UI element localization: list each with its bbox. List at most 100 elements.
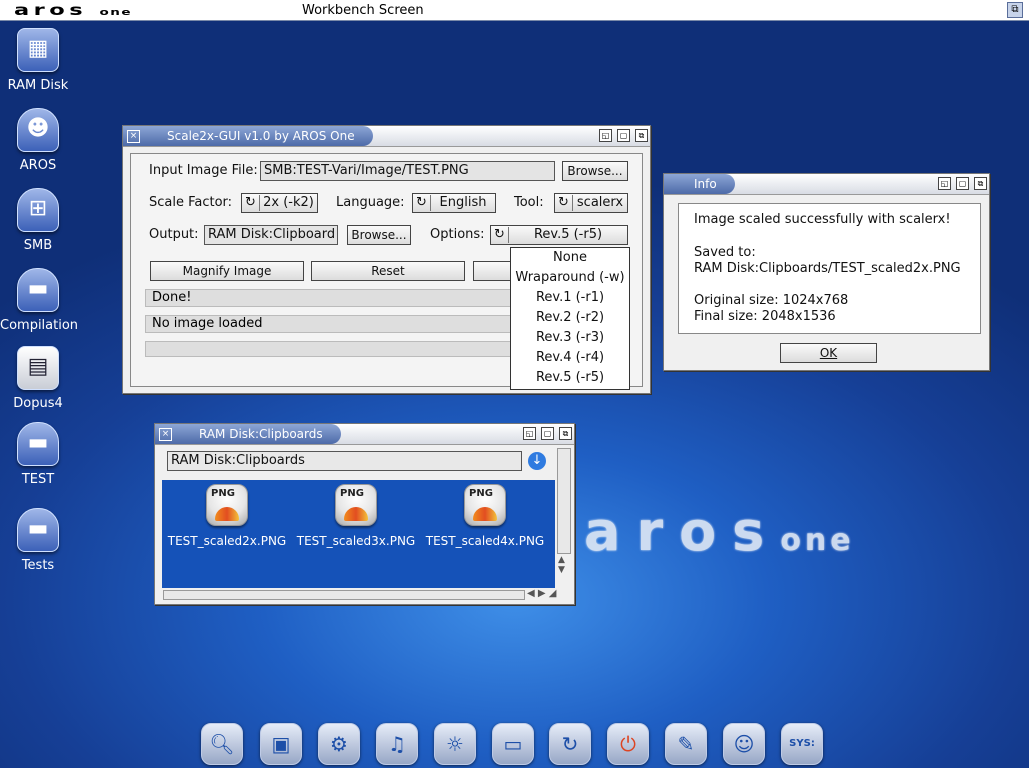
close-icon[interactable]: × (127, 130, 140, 143)
zoom-icon[interactable]: ▢ (956, 177, 969, 190)
depth-icon[interactable]: ⧉ (559, 427, 572, 440)
reset-button[interactable]: Reset (311, 261, 465, 281)
aros-one-logo: aros one (14, 1, 133, 19)
power-icon[interactable]: ⏻ (607, 723, 649, 765)
info-line: Image scaled successfully with scalerx! (694, 212, 951, 227)
window-title-bar[interactable]: × RAM Disk:Clipboards ◱ ▢ ⧉ (155, 424, 574, 445)
screen-depth-icon[interactable]: ⧉ (1007, 2, 1023, 18)
desktop-icon-label: Compilation (0, 318, 79, 333)
scale-label: Scale Factor: (149, 195, 233, 210)
input-label: Input Image File: (149, 163, 258, 178)
option-rev2[interactable]: Rev.2 (-r2) (511, 308, 629, 328)
desktop-icon-label: Tests (21, 558, 55, 573)
info-window: Info ◱ ▢ ⧉ Image scaled successfully wit… (663, 173, 990, 371)
file-label: TEST_scaled4x.PNG (425, 534, 545, 548)
desktop-icon-label: RAM Disk (7, 78, 69, 93)
indian-icon[interactable]: ☼ (434, 723, 476, 765)
desktop-icon-tests[interactable]: ▬ Tests (0, 508, 76, 573)
drive-icon: ▬ (17, 508, 59, 552)
zoom-icon[interactable]: ▢ (617, 129, 630, 142)
png-file-icon: PNG (206, 484, 248, 526)
magnify-image-button[interactable]: Magnify Image (150, 261, 304, 281)
display-icon[interactable]: ▣ (260, 723, 302, 765)
browse-output-button[interactable]: Browse... (347, 225, 411, 245)
screen-title-bar: aros one Workbench Screen ⧉ (0, 0, 1029, 21)
horizontal-scroll-arrows-icon[interactable]: ◀ ▶ ◢ (527, 588, 556, 599)
info-line: RAM Disk:Clipboards/TEST_scaled2x.PNG (694, 261, 961, 276)
boing-icon[interactable]: ☺ (723, 723, 765, 765)
info-line: Saved to: (694, 245, 756, 260)
network-drive-icon: ⊞ (17, 188, 59, 232)
cycle-icon: ↻ (245, 195, 260, 211)
output-field[interactable]: RAM Disk:Clipboard (204, 225, 338, 245)
option-rev3[interactable]: Rev.3 (-r3) (511, 328, 629, 348)
dopus-icon: ▤ (17, 346, 59, 390)
tool-cycle[interactable]: ↻ scalerx (554, 193, 628, 213)
monitor-icon[interactable]: ▭ (492, 723, 534, 765)
window-title-bar[interactable]: Info ◱ ▢ ⧉ (664, 174, 989, 195)
parent-arrow-icon[interactable]: ↓ (528, 452, 546, 470)
cycle-icon: ↻ (558, 195, 573, 211)
options-cycle[interactable]: ↻ Rev.5 (-r5) (490, 225, 628, 245)
desktop-icon-ram-disk[interactable]: ▦ RAM Disk (0, 28, 76, 93)
desktop-icon-compilation[interactable]: ▬ Compilation (0, 268, 79, 333)
cycle-icon: ↻ (494, 227, 509, 243)
music-icon[interactable]: ♫ (376, 723, 418, 765)
file-icon[interactable]: PNG TEST_scaled4x.PNG (422, 484, 548, 548)
option-none[interactable]: None (511, 248, 629, 268)
info-line: Final size: 2048x1536 (694, 309, 836, 324)
desktop-icon-aros[interactable]: ☻ AROS (0, 108, 76, 173)
iconify-icon[interactable]: ◱ (938, 177, 951, 190)
refresh-icon[interactable]: ↻ (549, 723, 591, 765)
output-label: Output: (149, 227, 199, 242)
vertical-scrollbar[interactable] (557, 448, 571, 554)
window-title: × RAM Disk:Clipboards (155, 424, 341, 444)
scale-factor-cycle[interactable]: ↻ 2x (-k2) (241, 193, 318, 213)
drawer-path-field[interactable]: RAM Disk:Clipboards (167, 451, 522, 471)
iconify-icon[interactable]: ◱ (599, 129, 612, 142)
close-icon[interactable]: × (159, 428, 172, 441)
option-rev4[interactable]: Rev.4 (-r4) (511, 348, 629, 368)
desktop-icon-smb[interactable]: ⊞ SMB (0, 188, 76, 253)
png-file-icon: PNG (464, 484, 506, 526)
window-title: Info (664, 174, 735, 194)
desktop-icon-label: TEST (21, 472, 55, 487)
drawer-icon-area: PNG TEST_scaled2x.PNG PNG TEST_scaled3x.… (162, 480, 555, 588)
shell-icon[interactable]: ✎ (665, 723, 707, 765)
scroll-arrows-icon[interactable]: ▲ ▼ (558, 555, 565, 575)
language-label: Language: (336, 195, 405, 210)
option-rev5[interactable]: Rev.5 (-r5) (511, 368, 629, 388)
option-rev1[interactable]: Rev.1 (-r1) (511, 288, 629, 308)
window-title: × Scale2x-GUI v1.0 by AROS One (123, 126, 373, 146)
drive-icon: ▬ (17, 422, 59, 466)
cycle-icon: ↻ (416, 195, 431, 211)
horizontal-scrollbar[interactable] (163, 590, 525, 600)
ok-button[interactable]: OK (780, 343, 877, 363)
desktop-icon-dopus4[interactable]: ▤ Dopus4 (0, 346, 76, 411)
desktop-icon-test[interactable]: ▬ TEST (0, 422, 76, 487)
browse-input-button[interactable]: Browse... (562, 161, 628, 181)
info-line: Original size: 1024x768 (694, 293, 849, 308)
depth-icon[interactable]: ⧉ (974, 177, 987, 190)
language-cycle[interactable]: ↻ English (412, 193, 496, 213)
desktop-icon-label: Dopus4 (13, 396, 63, 411)
file-icon[interactable]: PNG TEST_scaled3x.PNG (293, 484, 419, 548)
file-label: TEST_scaled2x.PNG (167, 534, 287, 548)
depth-icon[interactable]: ⧉ (635, 129, 648, 142)
search-icon[interactable]: 🔍︎ (201, 723, 243, 765)
option-wraparound[interactable]: Wraparound (-w) (511, 268, 629, 288)
input-file-field[interactable]: SMB:TEST-Vari/Image/TEST.PNG (260, 161, 555, 181)
window-title-bar[interactable]: × Scale2x-GUI v1.0 by AROS One ◱ ▢ ⧉ (123, 126, 650, 147)
file-icon[interactable]: PNG TEST_scaled2x.PNG (164, 484, 290, 548)
aros-drive-icon: ☻ (17, 108, 59, 152)
options-label: Options: (430, 227, 485, 242)
desktop-icon-label: AROS (19, 158, 57, 173)
ram-disk-icon: ▦ (17, 28, 59, 72)
sys-icon[interactable]: SYS: (781, 723, 823, 765)
zoom-icon[interactable]: ▢ (541, 427, 554, 440)
magnifier-gear-icon[interactable]: ⚙ (318, 723, 360, 765)
png-file-icon: PNG (335, 484, 377, 526)
iconify-icon[interactable]: ◱ (523, 427, 536, 440)
desktop-icon-label: SMB (23, 238, 53, 253)
drive-icon: ▬ (17, 268, 59, 312)
